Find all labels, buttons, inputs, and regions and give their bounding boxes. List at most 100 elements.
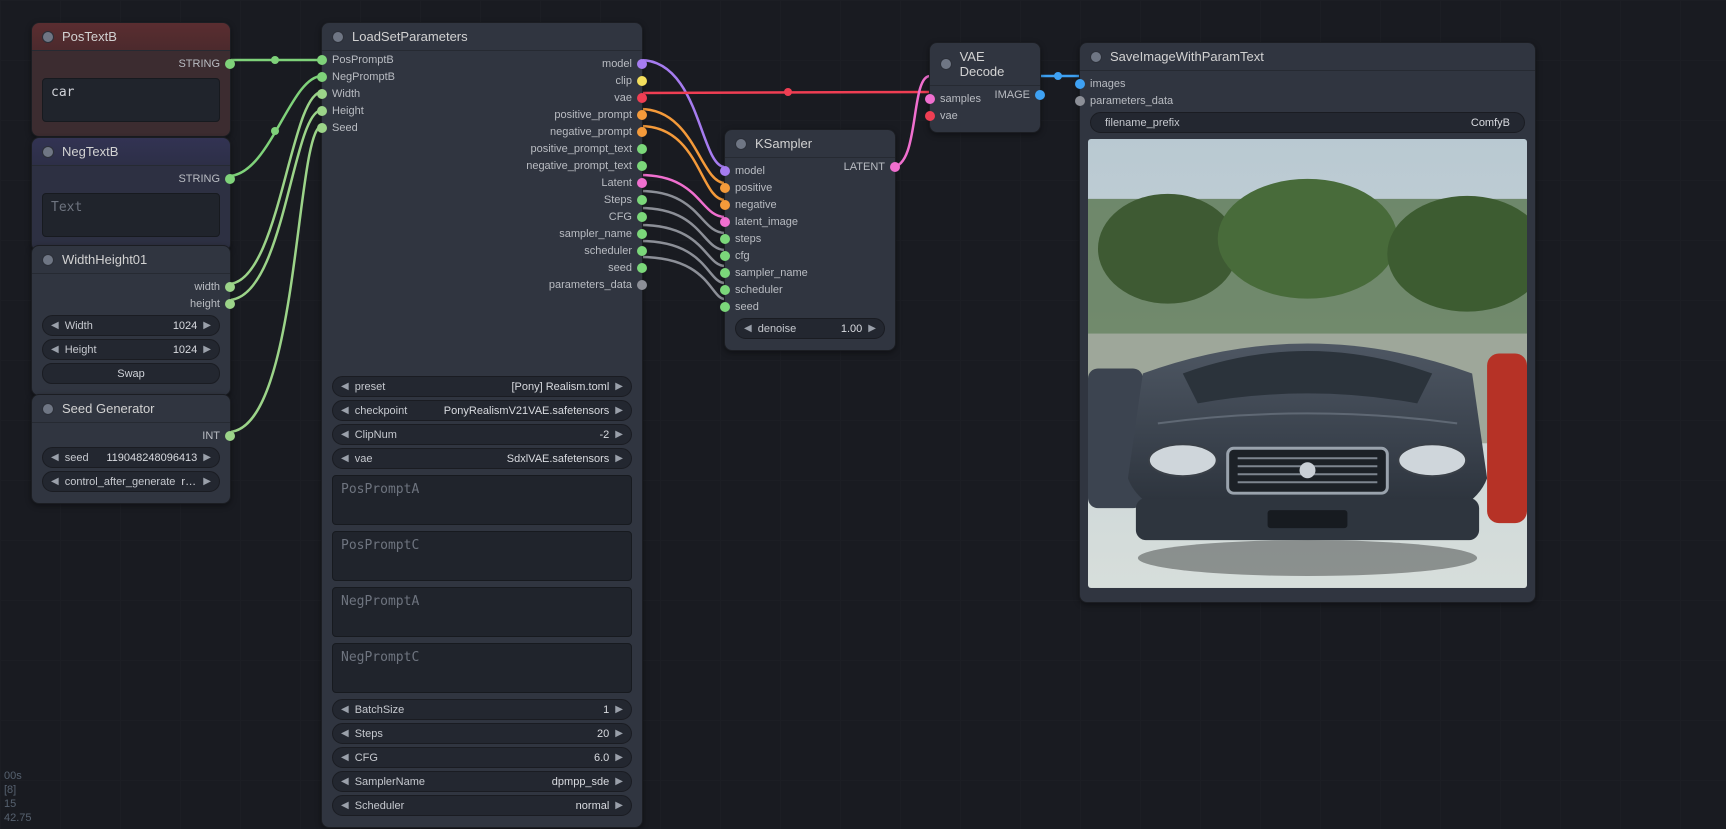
cfg-widget[interactable]: ◀CFG6.0▶ — [332, 747, 632, 768]
out-port-int[interactable] — [225, 431, 235, 441]
chevron-left-icon[interactable]: ◀ — [341, 800, 349, 811]
clipnum-widget[interactable]: ◀ClipNum-2▶ — [332, 424, 632, 445]
out-port-height[interactable] — [225, 299, 235, 309]
chevron-right-icon[interactable]: ▶ — [615, 453, 623, 464]
denoise-widget[interactable]: ◀denoise1.00▶ — [735, 318, 885, 339]
out-port[interactable] — [637, 93, 647, 103]
negpromptA-text[interactable]: NegPromptA — [332, 587, 632, 637]
chevron-left-icon[interactable]: ◀ — [341, 752, 349, 763]
node-ksampler[interactable]: KSampler LATENT model positive negative … — [724, 129, 896, 351]
chevron-left-icon[interactable]: ◀ — [51, 320, 59, 331]
in-port[interactable] — [925, 111, 935, 121]
in-port[interactable] — [925, 94, 935, 104]
out-port[interactable] — [637, 144, 647, 154]
node-loadsetparameters[interactable]: LoadSetParameters PosPromptB NegPromptB … — [321, 22, 643, 828]
chevron-left-icon[interactable]: ◀ — [341, 453, 349, 464]
collapse-icon[interactable] — [42, 254, 54, 266]
out-port[interactable] — [637, 212, 647, 222]
chevron-left-icon[interactable]: ◀ — [341, 405, 349, 416]
chevron-left-icon[interactable]: ◀ — [51, 344, 59, 355]
in-port[interactable] — [1075, 96, 1085, 106]
chevron-right-icon[interactable]: ▶ — [203, 452, 211, 463]
chevron-right-icon[interactable]: ▶ — [203, 344, 211, 355]
output-image-preview[interactable] — [1088, 139, 1527, 588]
preset-widget[interactable]: ◀preset[Pony] Realism.toml▶ — [332, 376, 632, 397]
out-port[interactable] — [637, 195, 647, 205]
out-port-string[interactable] — [225, 59, 235, 69]
chevron-left-icon[interactable]: ◀ — [51, 452, 59, 463]
pospromptA-text[interactable]: PosPromptA — [332, 475, 632, 525]
chevron-right-icon[interactable]: ▶ — [615, 381, 623, 392]
chevron-left-icon[interactable]: ◀ — [341, 776, 349, 787]
out-port-width[interactable] — [225, 282, 235, 292]
chevron-left-icon[interactable]: ◀ — [341, 728, 349, 739]
in-port[interactable] — [720, 302, 730, 312]
out-port[interactable] — [637, 59, 647, 69]
collapse-icon[interactable] — [42, 403, 54, 415]
node-negtextb[interactable]: NegTextB STRING Text — [31, 137, 231, 252]
collapse-icon[interactable] — [1090, 51, 1102, 63]
chevron-right-icon[interactable]: ▶ — [615, 752, 623, 763]
node-seed-generator[interactable]: Seed Generator INT ◀seed119048248096413▶… — [31, 394, 231, 504]
node-postextb[interactable]: PosTextB STRING car — [31, 22, 231, 137]
chevron-right-icon[interactable]: ▶ — [868, 323, 876, 334]
in-port[interactable] — [720, 234, 730, 244]
out-port[interactable] — [637, 76, 647, 86]
filename-prefix-widget[interactable]: filename_prefixComfyB — [1090, 112, 1525, 133]
negpromptC-text[interactable]: NegPromptC — [332, 643, 632, 693]
in-port[interactable] — [720, 183, 730, 193]
steps-widget[interactable]: ◀Steps20▶ — [332, 723, 632, 744]
collapse-icon[interactable] — [42, 31, 54, 43]
height-widget[interactable]: ◀Height1024▶ — [42, 339, 220, 360]
in-port[interactable] — [720, 200, 730, 210]
pospromptC-text[interactable]: PosPromptC — [332, 531, 632, 581]
chevron-left-icon[interactable]: ◀ — [341, 381, 349, 392]
in-port[interactable] — [720, 285, 730, 295]
collapse-icon[interactable] — [332, 31, 344, 43]
chevron-right-icon[interactable]: ▶ — [615, 800, 623, 811]
chevron-left-icon[interactable]: ◀ — [744, 323, 752, 334]
out-port[interactable] — [637, 110, 647, 120]
in-port[interactable] — [720, 217, 730, 227]
seed-widget[interactable]: ◀seed119048248096413▶ — [42, 447, 220, 468]
chevron-right-icon[interactable]: ▶ — [615, 405, 623, 416]
out-port-string[interactable] — [225, 174, 235, 184]
node-saveimage[interactable]: SaveImageWithParamText images parameters… — [1079, 42, 1536, 603]
node-widthheight[interactable]: WidthHeight01 width height ◀Width1024▶ ◀… — [31, 245, 231, 396]
vae-widget[interactable]: ◀vaeSdxlVAE.safetensors▶ — [332, 448, 632, 469]
out-port[interactable] — [637, 127, 647, 137]
chevron-left-icon[interactable]: ◀ — [341, 429, 349, 440]
out-port[interactable] — [637, 263, 647, 273]
out-port[interactable] — [637, 280, 647, 290]
scheduler-widget[interactable]: ◀Schedulernormal▶ — [332, 795, 632, 816]
in-port[interactable] — [720, 251, 730, 261]
in-port[interactable] — [720, 166, 730, 176]
chevron-left-icon[interactable]: ◀ — [341, 704, 349, 715]
chevron-right-icon[interactable]: ▶ — [203, 476, 211, 487]
postextb-text[interactable]: car — [42, 78, 220, 122]
width-widget[interactable]: ◀Width1024▶ — [42, 315, 220, 336]
in-port[interactable] — [720, 268, 730, 278]
out-port[interactable] — [637, 246, 647, 256]
chevron-right-icon[interactable]: ▶ — [203, 320, 211, 331]
collapse-icon[interactable] — [42, 146, 54, 158]
samplername-widget[interactable]: ◀SamplerNamedpmpp_sde▶ — [332, 771, 632, 792]
chevron-right-icon[interactable]: ▶ — [615, 704, 623, 715]
chevron-right-icon[interactable]: ▶ — [615, 728, 623, 739]
control-after-widget[interactable]: ◀control_after_generaterand…▶ — [42, 471, 220, 492]
chevron-left-icon[interactable]: ◀ — [51, 476, 59, 487]
node-vaedecode[interactable]: VAE Decode IMAGE samples vae — [929, 42, 1041, 133]
checkpoint-widget[interactable]: ◀checkpointPonyRealismV21VAE.safetensors… — [332, 400, 632, 421]
collapse-icon[interactable] — [735, 138, 747, 150]
node-graph-canvas[interactable]: PosTextB STRING car NegTextB STRING Text… — [0, 0, 1726, 829]
in-port[interactable] — [1075, 79, 1085, 89]
batchsize-widget[interactable]: ◀BatchSize1▶ — [332, 699, 632, 720]
swap-button[interactable]: Swap — [42, 363, 220, 384]
chevron-right-icon[interactable]: ▶ — [615, 429, 623, 440]
out-port[interactable] — [637, 229, 647, 239]
chevron-right-icon[interactable]: ▶ — [615, 776, 623, 787]
out-port[interactable] — [637, 178, 647, 188]
collapse-icon[interactable] — [940, 58, 952, 70]
out-port[interactable] — [637, 161, 647, 171]
negtextb-text[interactable]: Text — [42, 193, 220, 237]
